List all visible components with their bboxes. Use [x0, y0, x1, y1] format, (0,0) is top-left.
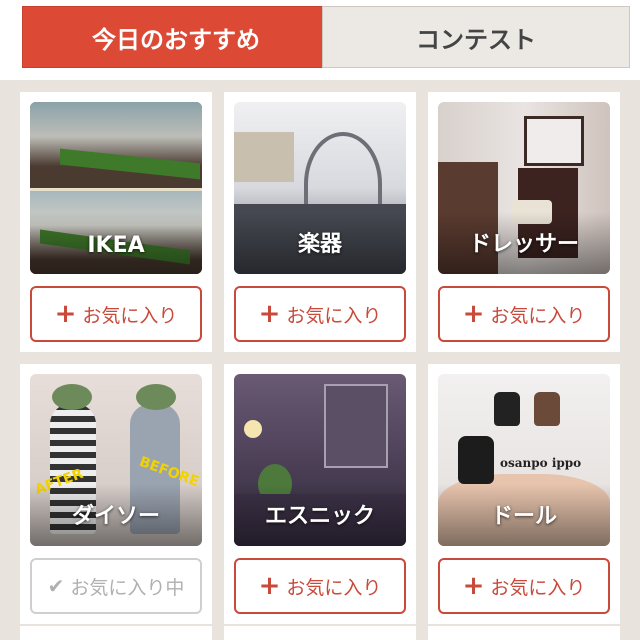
plus-icon: + — [462, 299, 485, 329]
card-label: 楽器 — [234, 212, 406, 274]
card-ethnic: エスニック + お気に入り — [224, 364, 416, 624]
card-thumbnail[interactable]: 楽器 — [234, 102, 406, 274]
add-favorite-button[interactable]: + お気に入り — [438, 558, 610, 614]
favorite-button-label: お気に入り — [286, 576, 382, 599]
card-label: ドレッサー — [438, 212, 610, 274]
card-partial — [224, 626, 416, 640]
photo-watermark: osanpo ippo — [500, 456, 582, 470]
favorite-button-label: お気に入り — [286, 304, 382, 327]
card-thumbnail[interactable]: エスニック — [234, 374, 406, 546]
card-label: ドール — [438, 484, 610, 546]
tab-todays-recommendations[interactable]: 今日のおすすめ — [22, 6, 330, 68]
card-dresser: ドレッサー + お気に入り — [428, 92, 620, 352]
plus-icon: + — [54, 299, 77, 329]
favorite-button-label: お気に入り — [490, 576, 586, 599]
add-favorite-button[interactable]: + お気に入り — [30, 286, 202, 342]
card-doll: osanpo ippo ドール + お気に入り — [428, 364, 620, 624]
card-ikea: IKEA + お気に入り — [20, 92, 212, 352]
add-favorite-button[interactable]: + お気に入り — [234, 558, 406, 614]
check-icon: ✔ — [47, 574, 65, 598]
plus-icon: + — [258, 571, 281, 601]
favorite-button-label: お気に入り — [82, 304, 178, 327]
favorited-button[interactable]: ✔ お気に入り中 — [30, 558, 202, 614]
card-daiso: AFTER BEFORE ダイソー ✔ お気に入り中 — [20, 364, 212, 624]
plus-icon: + — [462, 571, 485, 601]
card-partial — [428, 626, 620, 640]
card-thumbnail[interactable]: IKEA — [30, 102, 202, 274]
card-label: ダイソー — [30, 484, 202, 546]
tab-contest[interactable]: コンテスト — [322, 6, 630, 68]
favorite-button-label: お気に入り中 — [70, 576, 185, 599]
add-favorite-button[interactable]: + お気に入り — [438, 286, 610, 342]
card-instrument: 楽器 + お気に入り — [224, 92, 416, 352]
card-label: エスニック — [234, 484, 406, 546]
card-thumbnail[interactable]: ドレッサー — [438, 102, 610, 274]
plus-icon: + — [258, 299, 281, 329]
add-favorite-button[interactable]: + お気に入り — [234, 286, 406, 342]
card-partial — [20, 626, 212, 640]
category-tab-bar: 今日のおすすめ コンテスト — [0, 0, 640, 80]
card-label: IKEA — [30, 212, 202, 274]
favorite-button-label: お気に入り — [490, 304, 586, 327]
card-thumbnail[interactable]: AFTER BEFORE ダイソー — [30, 374, 202, 546]
card-thumbnail[interactable]: osanpo ippo ドール — [438, 374, 610, 546]
